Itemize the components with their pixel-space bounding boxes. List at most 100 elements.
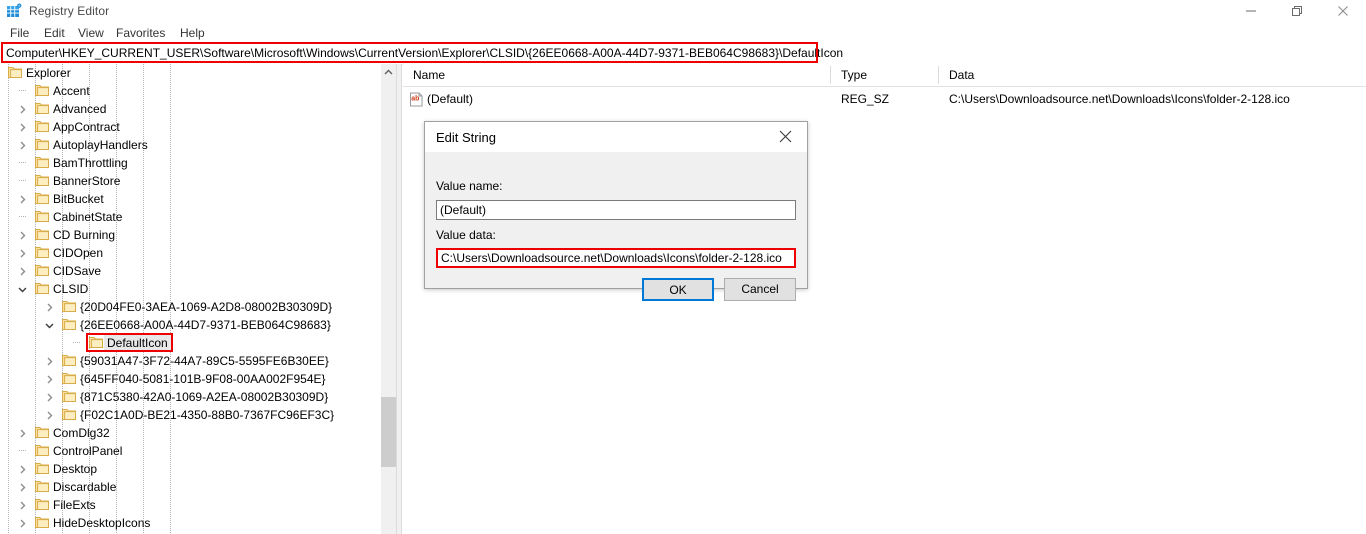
tree-item[interactable]: CD Burning	[0, 226, 380, 244]
tree-item[interactable]: BannerStore	[0, 172, 380, 190]
tree-item[interactable]: {F02C1A0D-BE21-4350-88B0-7367FC96EF3C}	[0, 406, 380, 424]
chevron-down-icon[interactable]	[44, 320, 55, 331]
tree-item[interactable]: CabinetState	[0, 208, 380, 226]
menu-item-favorites[interactable]: Favorites	[114, 25, 167, 41]
tree-item-label: {26EE0668-A00A-44D7-9371-BEB064C98683}	[80, 318, 331, 332]
tree-item-label: AppContract	[53, 120, 120, 134]
tree-item[interactable]: ComDlg32	[0, 424, 380, 442]
folder-icon	[35, 246, 49, 259]
chevron-right-icon[interactable]	[17, 194, 28, 205]
tree-item-label: Desktop	[53, 462, 98, 476]
tree-item[interactable]: Discardable	[0, 478, 380, 496]
tree-item[interactable]: FileExts	[0, 496, 380, 514]
tree-item-label: ComDlg32	[53, 426, 110, 440]
chevron-right-icon[interactable]	[44, 410, 55, 421]
menu-item-help[interactable]: Help	[178, 25, 207, 41]
menu-item-view[interactable]: View	[76, 25, 106, 41]
chevron-down-icon[interactable]	[17, 284, 28, 295]
dialog-body: Value name: Value data: OK Cancel	[425, 152, 807, 301]
chevron-right-icon[interactable]	[17, 464, 28, 475]
tree-item[interactable]: {59031A47-3F72-44A7-89C5-5595FE6B30EE}	[0, 352, 380, 370]
tree-item-label: {645FF040-5081-101B-9F08-00AA002F954E}	[80, 372, 326, 386]
restore-icon[interactable]	[1274, 0, 1320, 22]
tree-item[interactable]: HideDesktopIcons	[0, 514, 380, 532]
menu-item-file[interactable]: File	[8, 25, 31, 41]
string-value-icon: ab	[409, 92, 424, 107]
chevron-right-icon[interactable]	[17, 140, 28, 151]
tree-item[interactable]: DefaultIcon	[0, 333, 380, 352]
tree-item[interactable]: {645FF040-5081-101B-9F08-00AA002F954E}	[0, 370, 380, 388]
ok-button[interactable]: OK	[642, 278, 714, 301]
tree-item[interactable]: CIDOpen	[0, 244, 380, 262]
chevron-right-icon[interactable]	[17, 248, 28, 259]
menu-item-edit[interactable]: Edit	[42, 25, 67, 41]
tree-item-label: ControlPanel	[53, 444, 123, 458]
column-separator[interactable]	[830, 66, 831, 84]
chevron-down-icon[interactable]	[0, 68, 1, 79]
tree-item[interactable]: ControlPanel	[0, 442, 380, 460]
tree-item[interactable]: CLSID	[0, 280, 380, 298]
chevron-right-icon[interactable]	[17, 428, 28, 439]
tree-item-label: BamThrottling	[53, 156, 128, 170]
close-icon[interactable]	[1320, 0, 1366, 22]
column-header-type[interactable]: Type	[841, 68, 867, 82]
tree-item[interactable]: BamThrottling	[0, 154, 380, 172]
chevron-right-icon[interactable]	[17, 122, 28, 133]
folder-icon	[35, 156, 49, 169]
tree-item[interactable]: CIDSave	[0, 262, 380, 280]
tree-item[interactable]: AppContract	[0, 118, 380, 136]
value-type-cell: REG_SZ	[841, 92, 890, 106]
tree-item-label: CIDOpen	[53, 246, 104, 260]
title-bar: Registry Editor	[0, 0, 1366, 22]
close-icon[interactable]	[763, 122, 807, 151]
chevron-right-icon[interactable]	[17, 500, 28, 511]
column-separator[interactable]	[938, 66, 939, 84]
registry-tree[interactable]: Explorer Accent Advanced AppContract Autopla…	[0, 64, 380, 534]
value-data-cell: C:\Users\Downloadsource.net\Downloads\Ic…	[949, 92, 1290, 106]
registry-editor-icon	[6, 3, 22, 19]
tree-elbow-connector	[19, 450, 26, 451]
column-header-name[interactable]: Name	[413, 68, 445, 82]
folder-icon	[35, 516, 49, 529]
tree-item-label: {59031A47-3F72-44A7-89C5-5595FE6B30EE}	[80, 354, 329, 368]
tree-item[interactable]: {871C5380-42A0-1069-A2EA-08002B30309D}	[0, 388, 380, 406]
cancel-button[interactable]: Cancel	[724, 278, 796, 301]
chevron-right-icon[interactable]	[44, 356, 55, 367]
address-input[interactable]: Computer\HKEY_CURRENT_USER\Software\Micr…	[3, 45, 1361, 62]
tree-item[interactable]: AutoplayHandlers	[0, 136, 380, 154]
tree-scrollbar-thumb[interactable]	[381, 397, 396, 467]
chevron-right-icon[interactable]	[17, 518, 28, 529]
tree-item[interactable]: {26EE0668-A00A-44D7-9371-BEB064C98683}	[0, 316, 380, 334]
value-data-input[interactable]	[436, 248, 796, 268]
value-name-input[interactable]	[436, 200, 796, 220]
column-header-data[interactable]: Data	[949, 68, 974, 82]
dialog-title: Edit String	[436, 130, 496, 145]
scroll-up-icon[interactable]	[381, 64, 396, 80]
tree-item-label: Advanced	[53, 102, 107, 116]
chevron-right-icon[interactable]	[17, 104, 28, 115]
folder-icon	[8, 66, 22, 79]
chevron-right-icon[interactable]	[17, 230, 28, 241]
tree-item[interactable]: Explorer	[0, 64, 380, 82]
address-bar-container: Computer\HKEY_CURRENT_USER\Software\Micr…	[0, 43, 1366, 65]
tree-item[interactable]: BitBucket	[0, 190, 380, 208]
minimize-icon[interactable]	[1228, 0, 1274, 22]
table-row[interactable]: ab (Default) REG_SZ C:\Users\Downloadsou…	[403, 90, 1366, 110]
chevron-right-icon[interactable]	[17, 266, 28, 277]
tree-item[interactable]: Advanced	[0, 100, 380, 118]
tree-item[interactable]: Desktop	[0, 460, 380, 478]
chevron-right-icon[interactable]	[44, 302, 55, 313]
dialog-title-bar: Edit String	[425, 122, 807, 152]
pane-splitter[interactable]	[396, 64, 402, 534]
menu-bar: File Edit View Favorites Help	[0, 22, 1366, 43]
folder-icon	[35, 426, 49, 439]
tree-item[interactable]: {20D04FE0-3AEA-1069-A2D8-08002B30309D}	[0, 298, 380, 316]
folder-icon	[35, 444, 49, 457]
tree-scrollbar[interactable]	[381, 64, 396, 534]
folder-icon	[89, 336, 103, 349]
chevron-right-icon[interactable]	[44, 392, 55, 403]
chevron-right-icon[interactable]	[17, 482, 28, 493]
tree-item[interactable]: Accent	[0, 82, 380, 100]
chevron-right-icon[interactable]	[44, 374, 55, 385]
folder-icon	[35, 84, 49, 97]
